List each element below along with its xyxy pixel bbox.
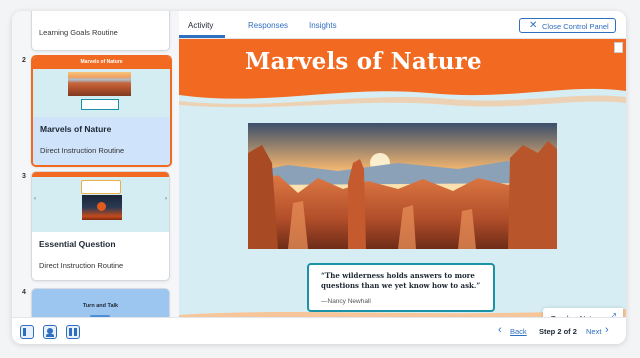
close-control-panel-label: Close Control Panel bbox=[542, 22, 609, 31]
slide-card-marvels-of-nature[interactable]: Marvels of Nature Marvels of Nature Dire… bbox=[31, 55, 172, 167]
slide-number: 3 bbox=[22, 173, 26, 180]
chevron-left-icon: ‹ bbox=[34, 196, 36, 202]
thumbnail-image bbox=[68, 72, 131, 96]
thumbnail-quote bbox=[81, 99, 119, 110]
slide-card-title: Learning Goals Routine bbox=[39, 28, 118, 37]
students-icon[interactable] bbox=[43, 325, 57, 339]
slide-card-turn-and-talk[interactable]: Turn and Talk bbox=[31, 288, 170, 317]
quote-text: “The wilderness holds answers to more qu… bbox=[321, 271, 481, 290]
app-frame: Learning Goals Routine 2 Marvels of Natu… bbox=[12, 11, 626, 344]
back-button[interactable]: Back bbox=[510, 327, 527, 336]
slide-number: 4 bbox=[22, 289, 26, 296]
slide-thumbnail: Marvels of Nature bbox=[33, 57, 170, 117]
close-icon: ✕ bbox=[529, 20, 538, 31]
slide-number: 2 bbox=[22, 57, 26, 64]
slide-rail[interactable]: Learning Goals Routine 2 Marvels of Natu… bbox=[12, 11, 179, 317]
slide-canvas: Marvels of Nature “The wilderness holds … bbox=[179, 39, 626, 317]
slide-title: Marvels of Nature bbox=[245, 48, 482, 75]
next-button[interactable]: Next bbox=[586, 327, 601, 336]
main-panel: Activity Responses Insights ✕ Close Cont… bbox=[179, 11, 626, 330]
slide-card-title: Marvels of Nature bbox=[40, 124, 112, 134]
chevron-right-icon[interactable]: › bbox=[605, 324, 609, 336]
slide-corner-button[interactable] bbox=[614, 42, 623, 53]
tab-responses[interactable]: Responses bbox=[248, 21, 288, 30]
header-wave bbox=[179, 88, 626, 117]
bottom-toolbar: ‹ Back Step 2 of 2 Next › bbox=[12, 317, 626, 344]
split-view-icon[interactable] bbox=[66, 325, 80, 339]
slide-card-subtitle: Direct Instruction Routine bbox=[39, 261, 124, 270]
slide-rail-toggle-icon[interactable] bbox=[20, 325, 34, 339]
step-indicator: Step 2 of 2 bbox=[539, 327, 577, 336]
close-control-panel-button[interactable]: ✕ Close Control Panel bbox=[519, 18, 616, 33]
play-icon[interactable] bbox=[97, 202, 106, 211]
thumbnail-question-box bbox=[81, 180, 121, 194]
slide-thumbnail: ‹ › bbox=[32, 172, 169, 232]
chevron-left-icon[interactable]: ‹ bbox=[498, 324, 502, 336]
chevron-right-icon: › bbox=[165, 196, 167, 202]
slide-card-subtitle: Direct Instruction Routine bbox=[40, 146, 125, 155]
canyon-photo bbox=[248, 123, 557, 249]
tab-activity[interactable]: Activity bbox=[188, 21, 213, 30]
tab-bar: Activity Responses Insights ✕ Close Cont… bbox=[179, 11, 626, 39]
active-tab-indicator bbox=[179, 35, 225, 38]
tab-insights[interactable]: Insights bbox=[309, 21, 337, 30]
thumbnail-title: Marvels of Nature bbox=[80, 59, 123, 65]
thumbnail-title: Turn and Talk bbox=[82, 303, 119, 309]
slide-card-essential-question[interactable]: ‹ › Essential Question Direct Instructio… bbox=[31, 171, 170, 281]
slide-card-learning-goals[interactable]: Learning Goals Routine bbox=[31, 11, 170, 51]
slide-card-title: Essential Question bbox=[39, 239, 116, 249]
